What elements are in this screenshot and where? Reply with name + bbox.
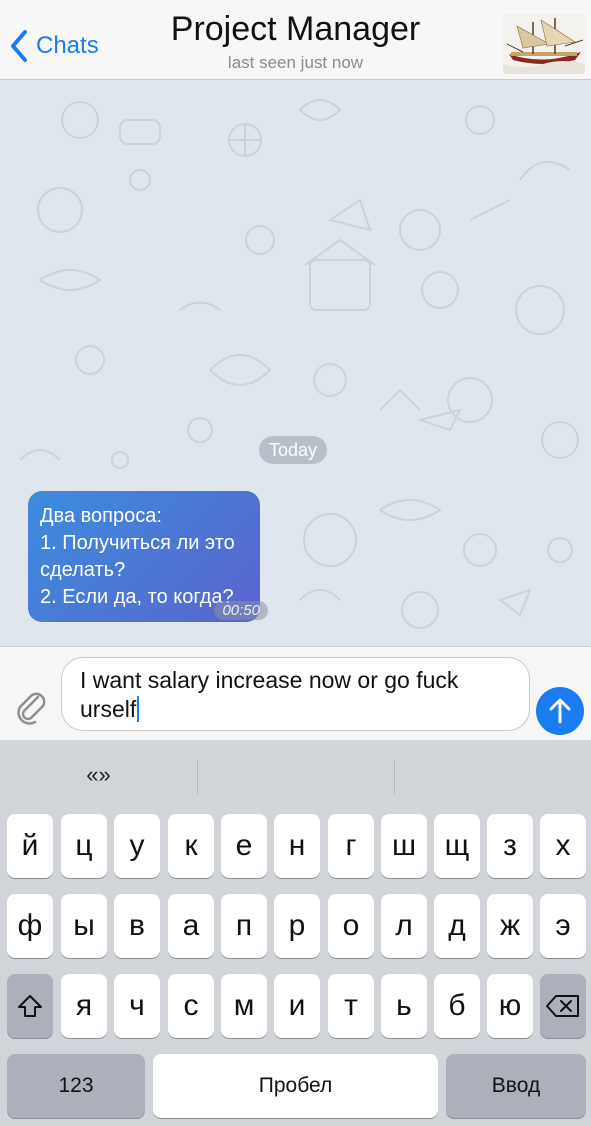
key[interactable]: й <box>7 814 53 878</box>
key[interactable]: щ <box>434 814 480 878</box>
key[interactable]: ь <box>381 974 427 1038</box>
avatar[interactable] <box>503 14 585 74</box>
ship-image <box>503 14 585 74</box>
return-key[interactable]: Ввод <box>446 1054 586 1118</box>
key[interactable]: г <box>328 814 374 878</box>
key[interactable]: п <box>221 894 267 958</box>
key[interactable]: ф <box>7 894 53 958</box>
shift-icon <box>18 995 42 1017</box>
key[interactable]: ш <box>381 814 427 878</box>
numbers-key[interactable]: 123 <box>7 1054 145 1118</box>
message-input[interactable]: I want salary increase now or go fuck ur… <box>61 657 530 731</box>
key[interactable]: о <box>328 894 374 958</box>
key[interactable]: к <box>168 814 214 878</box>
space-key[interactable]: Пробел <box>153 1054 438 1118</box>
key[interactable]: е <box>221 814 267 878</box>
keyboard: «» й ц у к е н г ш щ з х ф ы в а п р о л… <box>0 740 591 1126</box>
key[interactable]: ж <box>487 894 533 958</box>
key[interactable]: д <box>434 894 480 958</box>
message-input-line-2: urself <box>80 695 511 724</box>
key[interactable]: з <box>487 814 533 878</box>
composer-bar: I want salary increase now or go fuck ur… <box>0 646 591 740</box>
key[interactable]: я <box>61 974 107 1038</box>
send-button[interactable] <box>536 687 584 735</box>
message-timestamp: 00:50 <box>214 601 268 620</box>
message-input-line: I want salary increase now or go fuck <box>80 667 459 693</box>
message-input-text: urself <box>80 696 137 722</box>
key[interactable]: л <box>381 894 427 958</box>
message-line: 1. Получиться ли это <box>40 532 235 554</box>
key[interactable]: а <box>168 894 214 958</box>
suggestion-item[interactable]: «» <box>0 740 197 810</box>
key[interactable]: х <box>540 814 586 878</box>
key[interactable]: и <box>274 974 320 1038</box>
key[interactable]: т <box>328 974 374 1038</box>
message-bubble[interactable]: Два вопроса: 1. Получиться ли это сделат… <box>28 491 268 622</box>
suggestion-item[interactable] <box>394 740 591 810</box>
key[interactable]: ц <box>61 814 107 878</box>
key[interactable]: б <box>434 974 480 1038</box>
message-line: сделать? <box>40 559 126 581</box>
arrow-up-icon <box>549 698 571 724</box>
backspace-key[interactable] <box>540 974 586 1038</box>
text-caret <box>137 696 140 722</box>
suggestion-item[interactable] <box>197 740 394 810</box>
chat-header: Chats Project Manager last seen just now <box>0 0 591 80</box>
key[interactable]: в <box>114 894 160 958</box>
key[interactable]: ч <box>114 974 160 1038</box>
paperclip-icon <box>17 692 46 725</box>
key[interactable]: р <box>274 894 320 958</box>
backspace-icon <box>546 995 579 1017</box>
key[interactable]: м <box>221 974 267 1038</box>
key[interactable]: э <box>540 894 586 958</box>
key[interactable]: ы <box>61 894 107 958</box>
key[interactable]: н <box>274 814 320 878</box>
chat-area[interactable]: Today Два вопроса: 1. Получиться ли это … <box>0 80 591 646</box>
key[interactable]: с <box>168 974 214 1038</box>
suggestion-bar: «» <box>0 740 591 810</box>
attach-button[interactable] <box>12 687 50 725</box>
key[interactable]: ю <box>487 974 533 1038</box>
date-separator: Today <box>259 436 328 464</box>
message-line: Два вопроса: <box>40 505 162 527</box>
key[interactable]: у <box>114 814 160 878</box>
shift-key[interactable] <box>7 974 53 1038</box>
